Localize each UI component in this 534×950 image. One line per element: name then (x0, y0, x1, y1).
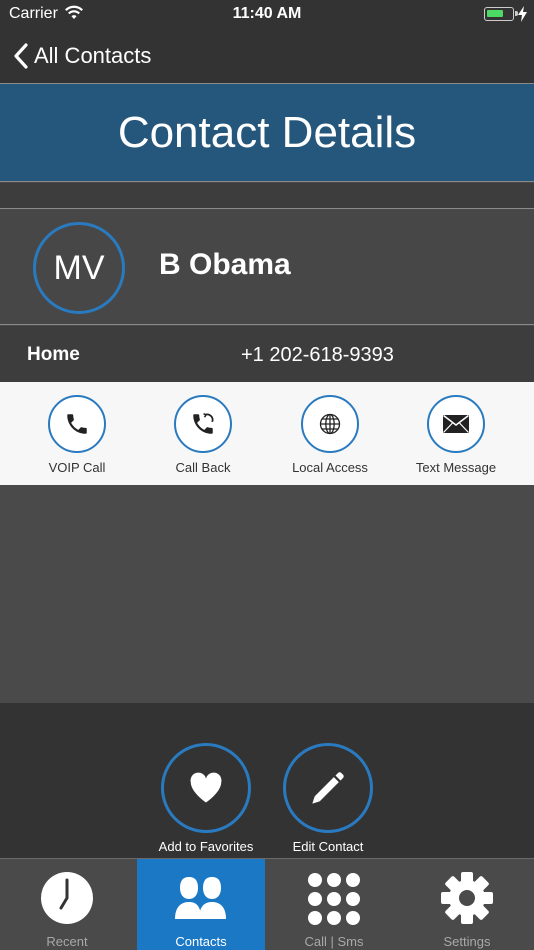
add-to-favorites-button[interactable]: Add to Favorites (141, 743, 271, 854)
title-banner: Contact Details (0, 84, 534, 182)
bottom-actions: Add to Favorites Edit Contact (0, 703, 534, 858)
avatar: MV (33, 222, 125, 314)
dialpad-icon (308, 873, 360, 925)
local-access-button[interactable]: Local Access (275, 395, 385, 475)
back-label: All Contacts (34, 43, 152, 68)
gear-icon (441, 872, 493, 924)
tab-contacts[interactable]: Contacts (137, 859, 265, 950)
content-area (0, 485, 534, 703)
tab-recent[interactable]: Recent (3, 859, 131, 950)
callback-icon (174, 395, 232, 453)
tab-bar: Recent Contacts Call | Sms Settings (0, 858, 534, 950)
globe-icon (301, 395, 359, 453)
charging-bolt-icon (518, 6, 527, 22)
phone-icon (48, 395, 106, 453)
navigation-bar: All Contacts (0, 30, 534, 84)
action-label: Call Back (175, 460, 231, 475)
tab-label: Recent (46, 934, 88, 949)
voip-call-button[interactable]: VOIP Call (22, 395, 132, 475)
action-label: VOIP Call (48, 460, 106, 475)
phone-number[interactable]: +1 202-618-9393 (241, 344, 394, 367)
pencil-icon (283, 743, 373, 833)
favorites-label: Add to Favorites (158, 839, 254, 854)
page-title: Contact Details (117, 107, 417, 157)
call-back-button[interactable]: Call Back (148, 395, 258, 475)
tab-label: Contacts (175, 934, 227, 949)
edit-contact-button[interactable]: Edit Contact (263, 743, 393, 854)
envelope-icon (427, 395, 485, 453)
tab-settings[interactable]: Settings (403, 859, 531, 950)
action-label: Local Access (292, 460, 368, 475)
divider-band (0, 183, 534, 209)
clock-icon (41, 872, 93, 924)
tab-call-sms[interactable]: Call | Sms (270, 859, 398, 950)
contact-header: MV B Obama (0, 210, 534, 325)
tab-label: Call | Sms (304, 934, 364, 949)
phone-row[interactable]: Home +1 202-618-9393 (0, 326, 534, 382)
phone-type-label: Home (27, 344, 80, 365)
edit-label: Edit Contact (292, 839, 364, 854)
chevron-left-icon (14, 43, 28, 69)
status-time: 11:40 AM (232, 5, 302, 22)
text-message-button[interactable]: Text Message (401, 395, 511, 475)
tab-label: Settings (443, 934, 491, 949)
status-bar: Carrier 11:40 AM (0, 0, 534, 30)
heart-icon (161, 743, 251, 833)
action-label: Text Message (415, 460, 497, 475)
contact-name: B Obama (159, 248, 291, 281)
people-icon (175, 877, 226, 919)
battery-icon (484, 7, 518, 21)
call-actions-strip: VOIP Call Call Back Local Access Text Me… (0, 382, 534, 485)
back-button[interactable]: All Contacts (14, 38, 151, 74)
